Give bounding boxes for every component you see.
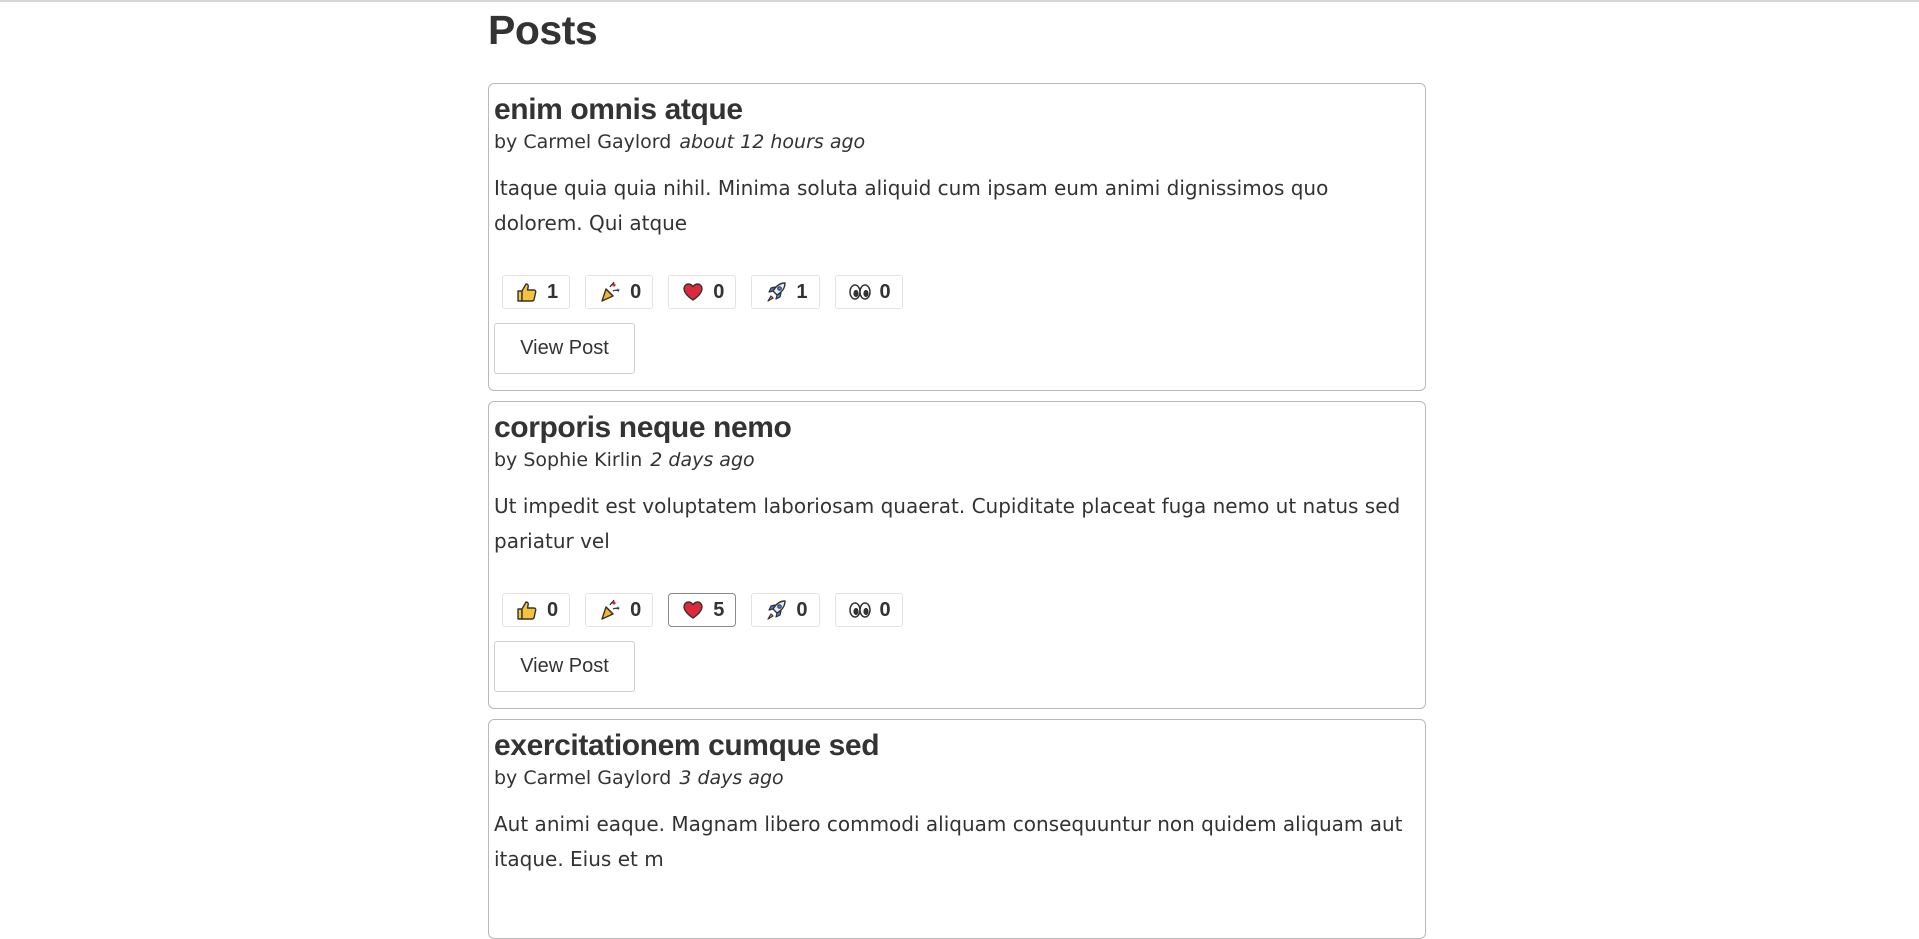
post-author: by Sophie Kirlin — [494, 449, 643, 471]
thumbs-up-icon — [515, 280, 539, 304]
view-post-button[interactable]: View Post — [494, 641, 635, 692]
reaction-thumbs-up-button[interactable]: 1 — [502, 275, 571, 309]
reaction-buttons: 1 0 0 1 0 — [502, 275, 903, 309]
reaction-heart-button[interactable]: 0 — [668, 275, 737, 309]
post-excerpt: Ut impedit est voluptatem laboriosam qua… — [494, 494, 1401, 553]
reaction-count: 0 — [879, 598, 891, 621]
reaction-hooray-button[interactable]: 0 — [585, 593, 654, 627]
reaction-eyes-button[interactable]: 0 — [834, 593, 903, 627]
reaction-count: 0 — [547, 598, 559, 621]
post-title: enim omnis atque — [494, 93, 743, 126]
party-popper-icon — [598, 598, 622, 622]
top-divider — [0, 0, 1919, 2]
post-timestamp: 2 days ago — [650, 449, 755, 471]
reaction-count: 1 — [796, 280, 808, 303]
reaction-thumbs-up-button[interactable]: 0 — [502, 593, 571, 627]
reaction-eyes-button[interactable]: 0 — [834, 275, 903, 309]
eyes-icon — [848, 598, 872, 622]
post-author: by Carmel Gaylord — [494, 131, 672, 153]
reaction-count: 1 — [547, 280, 559, 303]
post-timestamp: about 12 hours ago — [679, 131, 866, 153]
post-meta: by Carmel Gaylord 3 days ago — [494, 765, 784, 791]
rocket-icon — [764, 280, 788, 304]
reaction-count: 0 — [713, 280, 725, 303]
post-title: exercitationem cumque sed — [494, 729, 880, 762]
post-timestamp: 3 days ago — [679, 767, 784, 789]
post-meta: by Sophie Kirlin 2 days ago — [494, 447, 755, 473]
reaction-count: 0 — [796, 598, 808, 621]
party-popper-icon — [598, 280, 622, 304]
post-author: by Carmel Gaylord — [494, 767, 672, 789]
post-card: enim omnis atque by Carmel Gaylord about … — [488, 83, 1426, 391]
reaction-count: 5 — [713, 598, 725, 621]
heart-icon — [681, 280, 705, 304]
post-card: corporis neque nemo by Sophie Kirlin 2 da… — [488, 401, 1426, 709]
reaction-count: 0 — [630, 598, 642, 621]
eyes-icon — [848, 280, 872, 304]
reaction-rocket-button[interactable]: 0 — [751, 593, 820, 627]
rocket-icon — [764, 598, 788, 622]
post-card: exercitationem cumque sed by Carmel Gayl… — [488, 719, 1426, 939]
reaction-count: 0 — [630, 280, 642, 303]
reaction-hooray-button[interactable]: 0 — [585, 275, 654, 309]
post-title: corporis neque nemo — [494, 411, 792, 444]
post-excerpt: Itaque quia quia nihil. Minima soluta al… — [494, 176, 1329, 235]
page-title: Posts — [488, 7, 598, 53]
reaction-heart-button[interactable]: 5 — [668, 593, 737, 627]
view-post-button[interactable]: View Post — [494, 323, 635, 374]
reaction-count: 0 — [879, 280, 891, 303]
post-meta: by Carmel Gaylord about 12 hours ago — [494, 129, 865, 155]
heart-icon — [681, 598, 705, 622]
thumbs-up-icon — [515, 598, 539, 622]
reaction-buttons: 0 0 5 0 0 — [502, 593, 903, 627]
post-excerpt: Aut animi eaque. Magnam libero commodi a… — [494, 812, 1403, 871]
reaction-rocket-button[interactable]: 1 — [751, 275, 820, 309]
